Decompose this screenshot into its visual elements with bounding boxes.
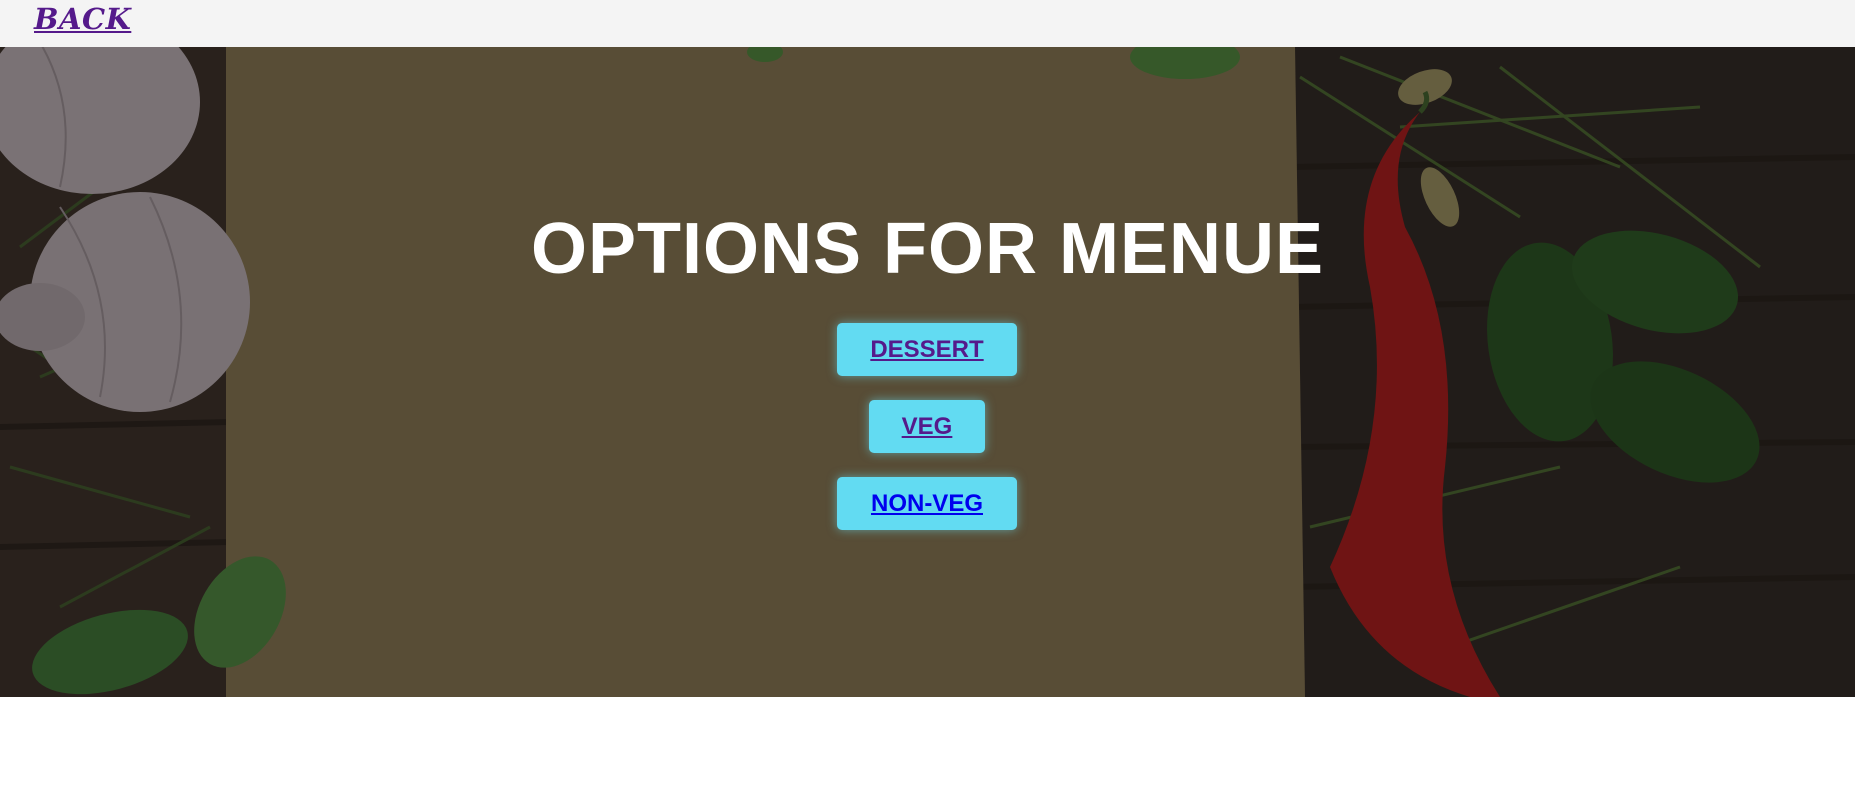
top-nav-bar: BACK [0,0,1855,47]
non-veg-option-button[interactable]: NON-VEG [837,477,1017,530]
dessert-option-button[interactable]: DESSERT [837,323,1017,376]
veg-option-button[interactable]: VEG [869,400,985,453]
hero-banner: OPTIONS FOR MENUE DESSERT VEG NON-VEG [0,47,1855,697]
back-link[interactable]: BACK [34,2,131,36]
page-title: OPTIONS FOR MENUE [530,209,1325,289]
